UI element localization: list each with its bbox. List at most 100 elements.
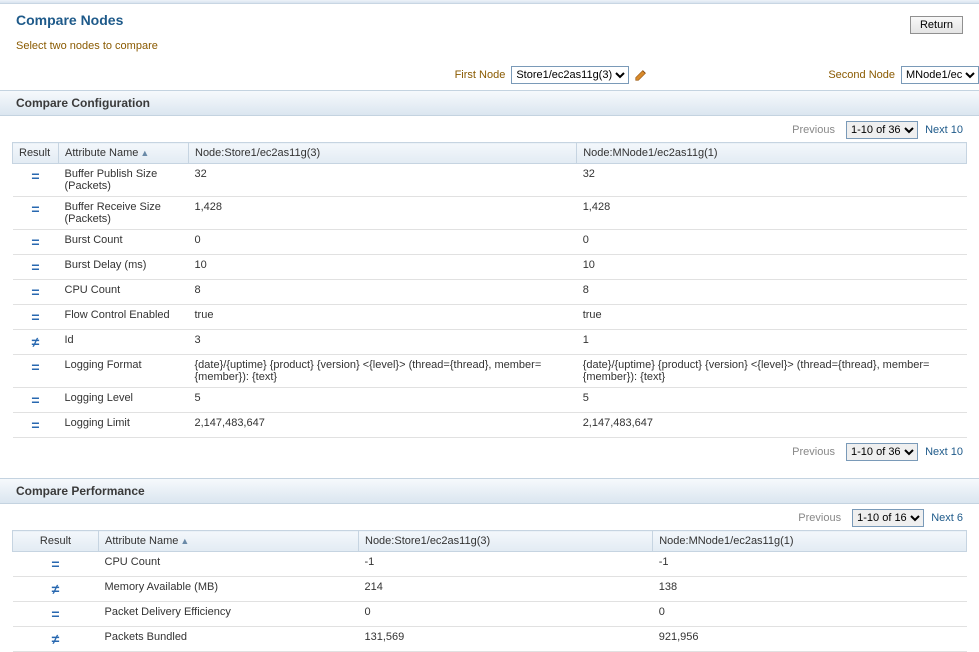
table-row: ≠Id31: [13, 330, 967, 355]
not-equal-icon: ≠: [52, 581, 60, 597]
first-node-group: First Node Store1/ec2as11g(3): [455, 66, 649, 84]
pager-previous: Previous: [792, 446, 835, 458]
table-row: ≠ Memory Available (MB)214138: [13, 577, 967, 602]
value1-cell: 8: [189, 280, 577, 305]
attr-cell: Buffer Receive Size (Packets): [59, 197, 189, 230]
equal-icon: =: [31, 201, 39, 217]
attr-cell: Buffer Publish Size (Packets): [59, 164, 189, 197]
table-row: =Packet Delivery Efficiency00: [13, 602, 967, 627]
attr-cell: CPU Count: [99, 552, 359, 577]
pager-next-link[interactable]: Next 10: [925, 446, 963, 458]
table-row: =Logging Limit2,147,483,6472,147,483,647: [13, 413, 967, 438]
attr-cell: CPU Count: [59, 280, 189, 305]
value2-cell: 1,428: [577, 197, 967, 230]
value1-cell: 214: [359, 577, 653, 602]
value1-cell: 32: [189, 164, 577, 197]
col-header-node1[interactable]: Node:Store1/ec2as11g(3): [189, 143, 577, 164]
equal-icon-cell: =: [13, 602, 99, 627]
table-row: =Logging Format{date}/{uptime} {product}…: [13, 355, 967, 388]
value1-cell: 1,428: [189, 197, 577, 230]
value1-cell: 2,147,483,647: [189, 413, 577, 438]
second-node-label: Second Node: [828, 69, 895, 81]
col-header-result[interactable]: Result: [13, 531, 99, 552]
value2-cell: 5: [577, 388, 967, 413]
equal-icon: =: [31, 417, 39, 433]
col-header-node1[interactable]: Node:Store1/ec2as11g(3): [359, 531, 653, 552]
value2-cell: 138: [653, 577, 967, 602]
second-node-select[interactable]: MNode1/ec2as1: [901, 66, 979, 84]
attr-cell: Packet Delivery Efficiency: [99, 602, 359, 627]
attr-cell: Logging Level: [59, 388, 189, 413]
table-row: =Burst Delay (ms)1010: [13, 255, 967, 280]
equal-icon: =: [31, 359, 39, 375]
equal-icon-cell: =: [13, 164, 59, 197]
attr-cell: Logging Format: [59, 355, 189, 388]
not-equal-icon-cell: ≠: [13, 627, 99, 652]
pager-next-link[interactable]: Next 10: [925, 124, 963, 136]
first-node-label: First Node: [455, 69, 506, 81]
equal-icon-cell: =: [13, 413, 59, 438]
value2-cell: 921,956: [653, 627, 967, 652]
return-button[interactable]: Return: [910, 16, 963, 34]
table-row: =Burst Count00: [13, 230, 967, 255]
equal-icon: =: [31, 284, 39, 300]
equal-icon-cell: =: [13, 355, 59, 388]
pager-next-link[interactable]: Next 6: [931, 512, 963, 524]
attr-cell: Flow Control Enabled: [59, 305, 189, 330]
equal-icon-cell: =: [13, 388, 59, 413]
value1-cell: {date}/{uptime} {product} {version} <{le…: [189, 355, 577, 388]
pager-config-bottom: Previous 1-10 of 36 Next 10: [0, 438, 979, 464]
sort-asc-icon: ▲: [140, 148, 149, 158]
section-header-perf: Compare Performance: [0, 478, 979, 504]
equal-icon-cell: =: [13, 305, 59, 330]
pager-range-select[interactable]: 1-10 of 36: [846, 443, 918, 461]
not-equal-icon-cell: ≠: [13, 577, 99, 602]
attr-cell: Burst Count: [59, 230, 189, 255]
attr-cell: Id: [59, 330, 189, 355]
value2-cell: {date}/{uptime} {product} {version} <{le…: [577, 355, 967, 388]
table-row: =CPU Count-1-1: [13, 552, 967, 577]
equal-icon: =: [31, 259, 39, 275]
col-header-node2[interactable]: Node:MNode1/ec2as11g(1): [653, 531, 967, 552]
equal-icon: =: [31, 309, 39, 325]
node-select-row: First Node Store1/ec2as11g(3) Second Nod…: [0, 66, 979, 90]
table-row: =Flow Control Enabledtruetrue: [13, 305, 967, 330]
col-header-node2[interactable]: Node:MNode1/ec2as11g(1): [577, 143, 967, 164]
perf-table: Result Attribute Name▲ Node:Store1/ec2as…: [12, 530, 967, 652]
equal-icon-cell: =: [13, 255, 59, 280]
table-row: =Buffer Publish Size (Packets)3232: [13, 164, 967, 197]
table-row: =Buffer Receive Size (Packets)1,4281,428: [13, 197, 967, 230]
col-header-attr[interactable]: Attribute Name▲: [59, 143, 189, 164]
equal-icon: =: [51, 606, 59, 622]
equal-icon-cell: =: [13, 552, 99, 577]
value2-cell: 0: [577, 230, 967, 255]
edit-icon[interactable]: [634, 68, 648, 82]
table-row: ≠Packets Bundled131,569921,956: [13, 627, 967, 652]
attr-cell: Packets Bundled: [99, 627, 359, 652]
value1-cell: true: [189, 305, 577, 330]
pager-previous: Previous: [798, 512, 841, 524]
equal-icon: =: [31, 392, 39, 408]
pager-range-select[interactable]: 1-10 of 16: [852, 509, 924, 527]
value1-cell: 0: [189, 230, 577, 255]
col-header-attr[interactable]: Attribute Name▲: [99, 531, 359, 552]
not-equal-icon: ≠: [32, 334, 40, 350]
pager-previous: Previous: [792, 124, 835, 136]
col-header-result[interactable]: Result: [13, 143, 59, 164]
pager-perf-top: Previous 1-10 of 16 Next 6: [0, 504, 979, 530]
pager-range-select[interactable]: 1-10 of 36: [846, 121, 918, 139]
value2-cell: 8: [577, 280, 967, 305]
attr-cell: Burst Delay (ms): [59, 255, 189, 280]
equal-icon: =: [31, 168, 39, 184]
value2-cell: 0: [653, 602, 967, 627]
second-node-group: Second Node MNode1/ec2as1: [828, 66, 979, 84]
first-node-select[interactable]: Store1/ec2as11g(3): [511, 66, 629, 84]
value1-cell: 10: [189, 255, 577, 280]
table-row: =Logging Level55: [13, 388, 967, 413]
value2-cell: true: [577, 305, 967, 330]
attr-cell: Memory Available (MB): [99, 577, 359, 602]
config-table: Result Attribute Name▲ Node:Store1/ec2as…: [12, 142, 967, 438]
table-row: =CPU Count88: [13, 280, 967, 305]
section-header-config: Compare Configuration: [0, 90, 979, 116]
attr-cell: Logging Limit: [59, 413, 189, 438]
